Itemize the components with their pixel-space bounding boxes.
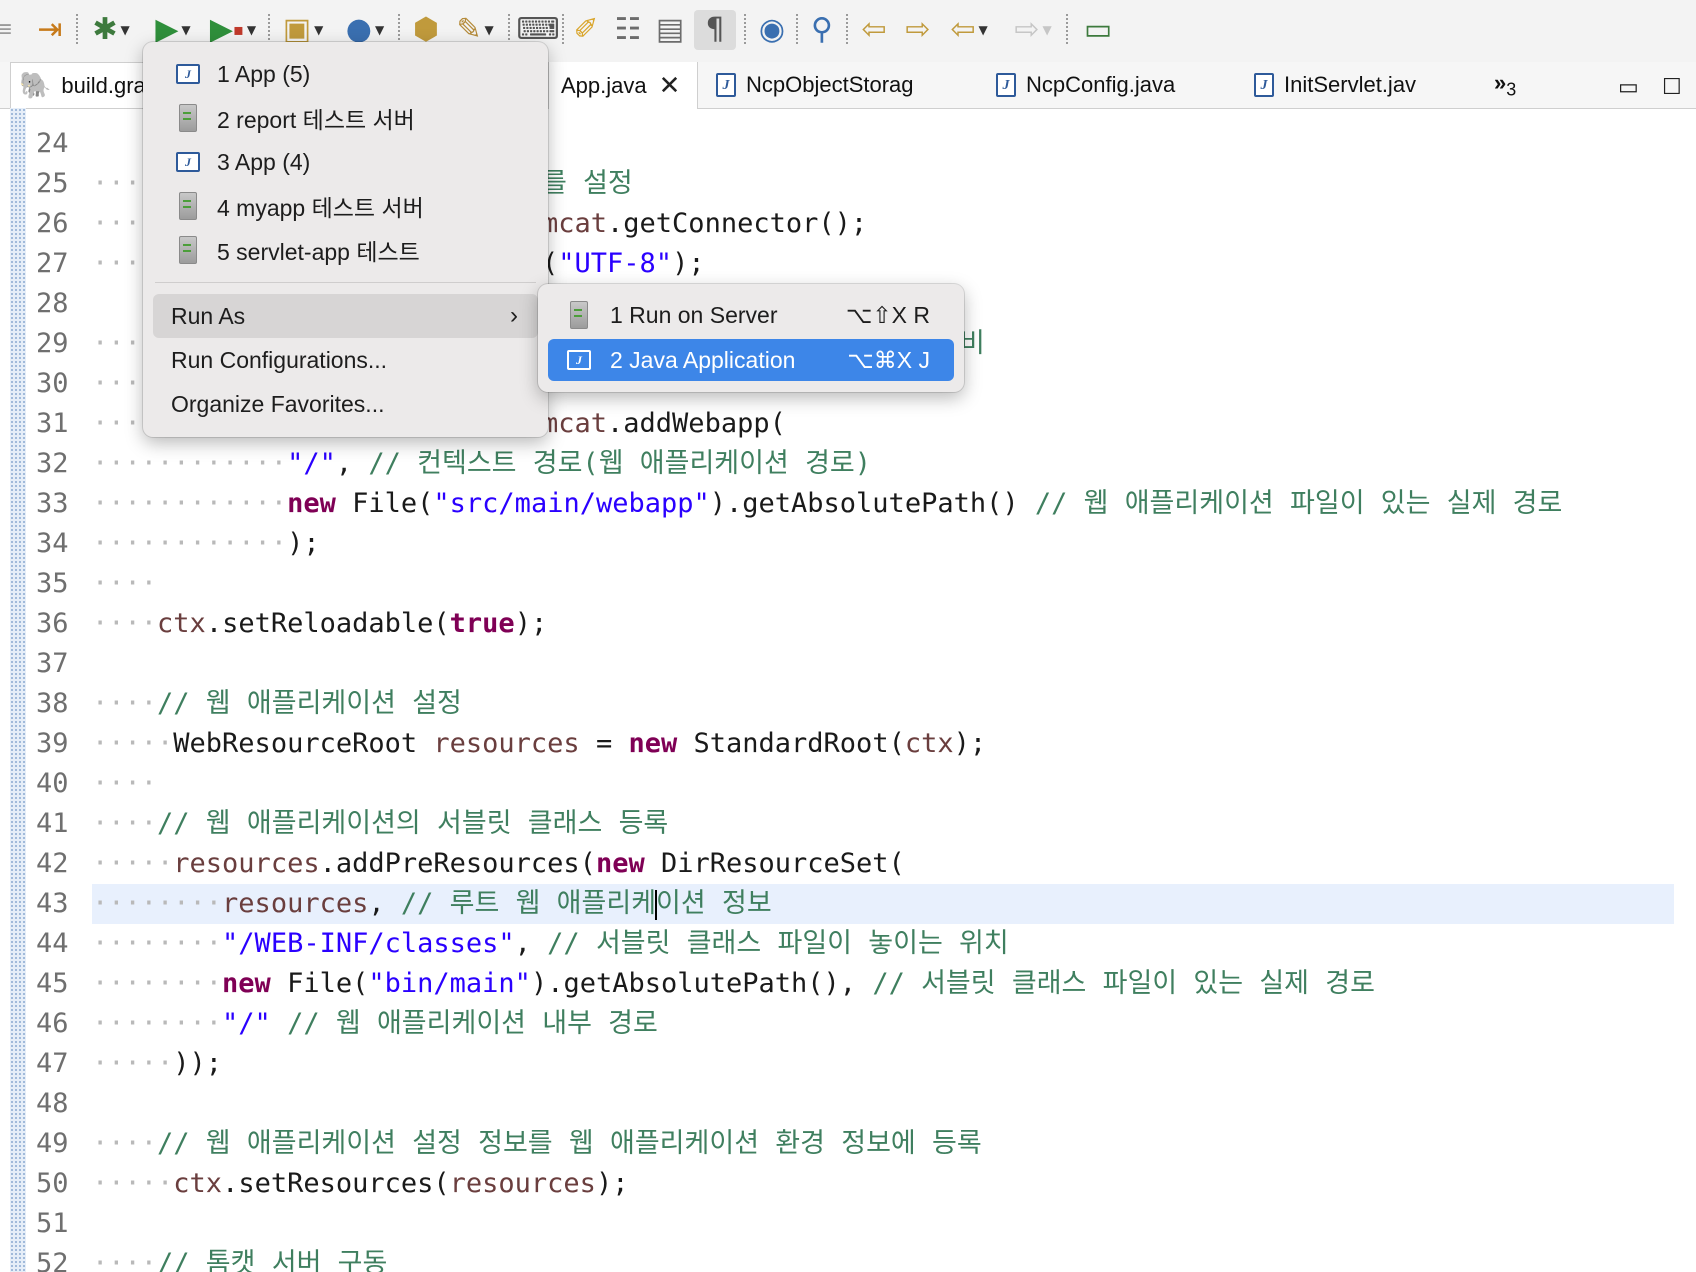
java-app-icon: J	[567, 350, 591, 370]
tab-overflow-button[interactable]: »3	[1494, 70, 1516, 100]
code-line: 45 ········new File("bin/main").getAbsolu…	[36, 968, 1375, 999]
last-edit-location-icon[interactable]: ⇦	[854, 10, 894, 50]
run-history-app-5[interactable]: J 1 App (5)	[153, 54, 538, 94]
run-as-submenu: 1 Run on Server ⌥⇧X R J 2 Java Applicati…	[538, 284, 964, 392]
show-block-selection-icon[interactable]: ▤	[650, 10, 690, 50]
run-history-app-4[interactable]: J 3 App (4)	[153, 142, 538, 182]
tab-app-java[interactable]: App.java ✕	[548, 62, 698, 109]
forward-icon[interactable]: ⇨ ▼	[1008, 10, 1058, 50]
java-app-icon: J	[176, 64, 200, 84]
run-dropdown-menu: J 1 App (5) 2 report 테스트 서버 J 3 App (4) …	[143, 42, 548, 437]
java-file-icon: J	[1254, 73, 1274, 97]
code-line: 47 ·····));	[36, 1048, 223, 1079]
web-browser-icon[interactable]: ◉	[752, 10, 792, 50]
server-icon	[179, 236, 197, 264]
tab-init-servlet[interactable]: J InitServlet.jav	[1254, 62, 1464, 108]
skip-all-breakpoints-icon[interactable]: ⇥	[30, 10, 70, 50]
back-icon[interactable]: ⇦ ▼	[944, 10, 994, 50]
toggle-mark-occurrences-icon[interactable]: ✐	[566, 10, 606, 50]
code-line: 37	[36, 648, 69, 679]
close-icon[interactable]: ✕	[659, 70, 681, 101]
code-line: 50 ·····ctx.setResources(resources);	[36, 1168, 629, 1199]
shortcut-label: ⌥⌘X J	[847, 346, 930, 373]
code-line: 32 ············"/", // 컨텍스트 경로(웹 애플리케이션 경…	[36, 448, 872, 479]
java-application-menu-item[interactable]: J 2 Java Application ⌥⌘X J	[548, 339, 954, 381]
tab-label: App.java	[561, 72, 647, 98]
code-line: 34 ············);	[36, 528, 320, 559]
pin-editor-icon[interactable]: ⚲	[802, 10, 842, 50]
maximize-icon[interactable]: ☐	[1662, 74, 1682, 100]
code-line: 46 ········"/" // 웹 애플리케이션 내부 경로	[36, 1008, 658, 1039]
code-line: 39 ·····WebResourceRoot resources = new S…	[36, 728, 987, 759]
shortcut-label: ⌥⇧X R	[845, 301, 930, 328]
code-line: 48	[36, 1088, 69, 1119]
code-line: 51	[36, 1208, 69, 1239]
code-line: 49 ····// 웹 애플리케이션 설정 정보를 웹 애플리케이션 환경 정보에…	[36, 1128, 982, 1159]
run-history-myapp-server[interactable]: 4 myapp 테스트 서버	[153, 186, 538, 226]
code-line: 35 ····	[36, 568, 158, 599]
java-app-icon: J	[176, 152, 200, 172]
run-as-menu-item[interactable]: Run As ›	[153, 294, 538, 338]
server-icon	[179, 104, 197, 132]
chevron-right-icon: ›	[510, 302, 518, 329]
server-icon	[179, 192, 197, 220]
tab-label: NcpConfig.java	[1026, 72, 1176, 97]
tab-ncp-object-storage[interactable]: J NcpObjectStorag	[716, 62, 946, 108]
tab-build-gradle[interactable]: 🐘 build.gra	[10, 62, 147, 108]
code-line: 38 ····// 웹 애플리케이션 설정	[36, 688, 462, 719]
run-history-servlet-app[interactable]: 5 servlet-app 테스트	[153, 230, 538, 270]
code-line: 52 ····// 톰캣 서버 구동	[36, 1248, 388, 1272]
open-perspective-icon[interactable]: ▭	[1078, 10, 1118, 50]
organize-favorites-menu-item[interactable]: Organize Favorites...	[153, 384, 538, 424]
toolbar-overflow-icon[interactable]: ≡	[0, 10, 14, 50]
tab-label: build.gra	[61, 72, 146, 98]
code-line: 42 ·····resources.addPreResources(new Dir…	[36, 848, 905, 879]
code-line: 40 ····	[36, 768, 158, 799]
tab-ncp-config[interactable]: J NcpConfig.java	[996, 62, 1216, 108]
current-code-line: 43 ········resources, // 루트 웹 애플리케이션 정보	[36, 884, 1674, 924]
run-configurations-menu-item[interactable]: Run Configurations...	[153, 340, 538, 380]
code-line: 44 ········"/WEB-INF/classes", // 서블릿 클래스…	[36, 928, 1009, 959]
run-on-server-menu-item[interactable]: 1 Run on Server ⌥⇧X R	[548, 294, 954, 336]
code-line: 36 ····ctx.setReloadable(true);	[36, 608, 548, 639]
show-whitespace-icon[interactable]: ¶	[694, 10, 736, 50]
run-on-server-icon	[570, 301, 588, 329]
debug-icon[interactable]: ✱ ▼	[86, 10, 136, 50]
code-line: 41 ····// 웹 애플리케이션의 서블릿 클래스 등록	[36, 808, 669, 839]
next-edit-location-icon[interactable]: ⇨	[898, 10, 938, 50]
run-history-report-server[interactable]: 2 report 테스트 서버	[153, 98, 538, 138]
code-line: 33 ············new File("src/main/webapp"…	[36, 488, 1563, 519]
tab-label: InitServlet.jav	[1284, 72, 1417, 97]
tab-label: NcpObjectStorag	[746, 72, 914, 97]
gradle-elephant-icon: 🐘	[19, 70, 52, 100]
java-file-icon: J	[716, 73, 736, 97]
next-annotation-icon[interactable]: ☷	[608, 10, 648, 50]
java-file-icon: J	[996, 73, 1016, 97]
minimize-icon[interactable]: ▭	[1618, 74, 1639, 100]
